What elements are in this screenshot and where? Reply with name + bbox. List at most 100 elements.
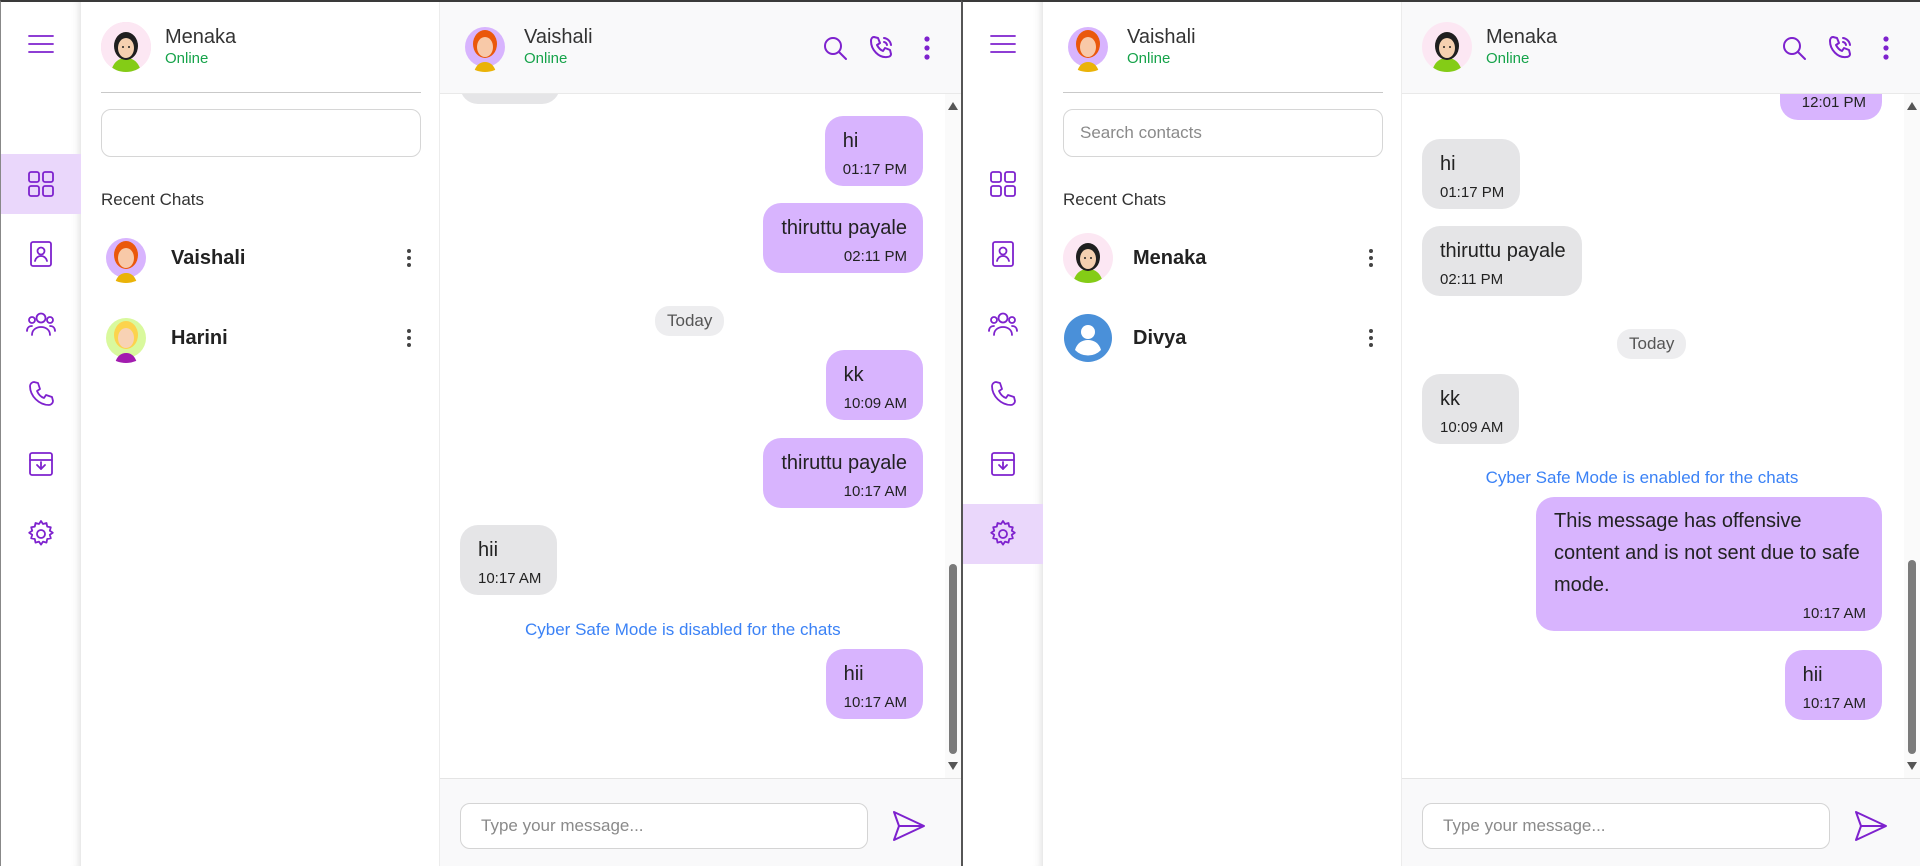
composer — [440, 778, 961, 866]
chat-contact[interactable]: Menaka Online — [1422, 22, 1557, 72]
divider — [101, 92, 421, 93]
user-status: Online — [165, 50, 209, 67]
search-input[interactable] — [101, 109, 421, 157]
nav-contacts-button[interactable] — [1, 224, 81, 284]
search-input[interactable] — [1063, 109, 1383, 157]
avatar — [101, 233, 151, 283]
scroll-thumb[interactable] — [1908, 560, 1916, 754]
nav-archive-button[interactable] — [1, 434, 81, 494]
chat-panel: Vaishali Online hi 01:17 PM thiruttu paya… — [440, 2, 961, 866]
avatar — [460, 22, 510, 72]
call-icon[interactable] — [867, 34, 895, 62]
scrollbar[interactable] — [1904, 94, 1920, 778]
nav-groups-button[interactable] — [963, 294, 1043, 354]
message-time: 01:17 PM — [1440, 184, 1505, 201]
more-vertical-icon[interactable] — [1872, 34, 1900, 62]
message-bubble-partial: 12:01 PM — [1780, 94, 1882, 120]
screen: Menaka Online Recent Chats Vaishali Hari… — [0, 0, 1920, 866]
scroll-up-icon[interactable] — [1907, 102, 1917, 110]
nav-chats-button[interactable] — [963, 154, 1043, 214]
message-bubble: hi 01:17 PM — [1422, 139, 1521, 209]
scroll-thumb[interactable] — [949, 564, 957, 754]
archive-icon — [991, 452, 1015, 476]
nav-contacts-button[interactable] — [963, 224, 1043, 284]
more-options-icon[interactable] — [397, 326, 421, 350]
archive-icon — [29, 452, 53, 476]
message-time: 10:17 AM — [478, 570, 542, 587]
message-text: thiruttu payale — [1440, 240, 1566, 262]
avatar — [1422, 22, 1472, 72]
call-icon[interactable] — [1826, 34, 1854, 62]
window-menaka: Menaka Online Recent Chats Vaishali Hari… — [0, 0, 961, 866]
sidebar: Vaishali Online Recent Chats Menaka Divy… — [1043, 2, 1402, 866]
nav-calls-button[interactable] — [963, 364, 1043, 424]
nav-groups-button[interactable] — [1, 294, 81, 354]
message-text: hi — [1440, 153, 1456, 175]
more-options-icon[interactable] — [1359, 246, 1383, 270]
message-text: hii — [843, 663, 864, 685]
grid-icon — [28, 171, 54, 197]
composer — [1402, 778, 1920, 866]
scroll-up-icon[interactable] — [948, 102, 958, 110]
menu-button[interactable] — [1, 14, 81, 74]
message-time: 10:17 AM — [1802, 605, 1866, 622]
settings-icon — [990, 520, 1016, 546]
send-button[interactable] — [1852, 807, 1892, 847]
send-button[interactable] — [890, 807, 930, 847]
send-icon — [893, 811, 925, 841]
date-separator: Today — [655, 306, 725, 336]
scroll-down-icon[interactable] — [948, 762, 958, 770]
contact-item[interactable]: Divya — [1063, 308, 1383, 368]
search-icon[interactable] — [821, 34, 849, 62]
message-bubble: thiruttu payale 10:17 AM — [763, 438, 923, 508]
nav-rail — [963, 2, 1043, 866]
more-options-icon[interactable] — [1359, 326, 1383, 350]
more-options-icon[interactable] — [397, 246, 421, 270]
menu-button[interactable] — [963, 14, 1043, 74]
group-icon — [988, 312, 1018, 336]
avatar — [1063, 233, 1113, 283]
date-separator: Today — [1617, 329, 1687, 359]
menu-icon — [990, 35, 1016, 53]
message-time: 10:17 AM — [843, 483, 907, 500]
chat-contact-status: Online — [524, 50, 568, 67]
safe-mode-notice: Cyber Safe Mode is enabled for the chats — [1485, 468, 1799, 487]
nav-calls-button[interactable] — [1, 364, 81, 424]
more-vertical-icon[interactable] — [913, 34, 941, 62]
message-time: 01:17 PM — [842, 161, 907, 178]
message-input[interactable] — [1422, 803, 1830, 849]
sidebar: Menaka Online Recent Chats Vaishali Hari… — [81, 2, 440, 866]
message-text: This message has offensive content and i… — [1554, 510, 1860, 596]
message-bubble: hii 10:17 AM — [1784, 650, 1882, 720]
contact-item[interactable]: Vaishali — [101, 228, 421, 288]
message-input[interactable] — [460, 803, 868, 849]
message-time: 02:11 PM — [1440, 271, 1504, 288]
message-list: 12:01 PM hi 01:17 PM thiruttu payale 02:11… — [1402, 94, 1920, 778]
message-text: kk — [1440, 388, 1460, 410]
contact-name: Harini — [171, 326, 228, 349]
message-time: 10:17 AM — [843, 694, 907, 711]
contact-item[interactable]: Harini — [101, 308, 421, 368]
avatar — [101, 22, 151, 72]
current-user: Vaishali Online — [1063, 22, 1196, 72]
nav-settings-button[interactable] — [963, 504, 1043, 564]
window-vaishali: Vaishali Online Recent Chats Menaka Divy… — [961, 0, 1920, 866]
nav-archive-button[interactable] — [963, 434, 1043, 494]
nav-rail — [1, 2, 81, 866]
group-icon — [26, 312, 56, 336]
scrollbar[interactable] — [945, 94, 961, 778]
nav-settings-button[interactable] — [1, 504, 81, 564]
chat-contact[interactable]: Vaishali Online — [460, 22, 593, 72]
search-icon[interactable] — [1780, 34, 1808, 62]
message-bubble: kk 10:09 AM — [825, 350, 923, 420]
chat-actions — [1780, 34, 1900, 62]
nav-chats-button[interactable] — [1, 154, 81, 214]
avatar — [101, 313, 151, 363]
message-time: 12:01 PM — [1801, 94, 1866, 111]
contacts-book-icon — [30, 241, 52, 267]
safe-mode-notice: Cyber Safe Mode is disabled for the chat… — [525, 620, 841, 639]
chat-contact-status: Online — [1486, 50, 1530, 67]
contact-item[interactable]: Menaka — [1063, 228, 1383, 288]
contact-name: Divya — [1133, 326, 1187, 349]
scroll-down-icon[interactable] — [1907, 762, 1917, 770]
